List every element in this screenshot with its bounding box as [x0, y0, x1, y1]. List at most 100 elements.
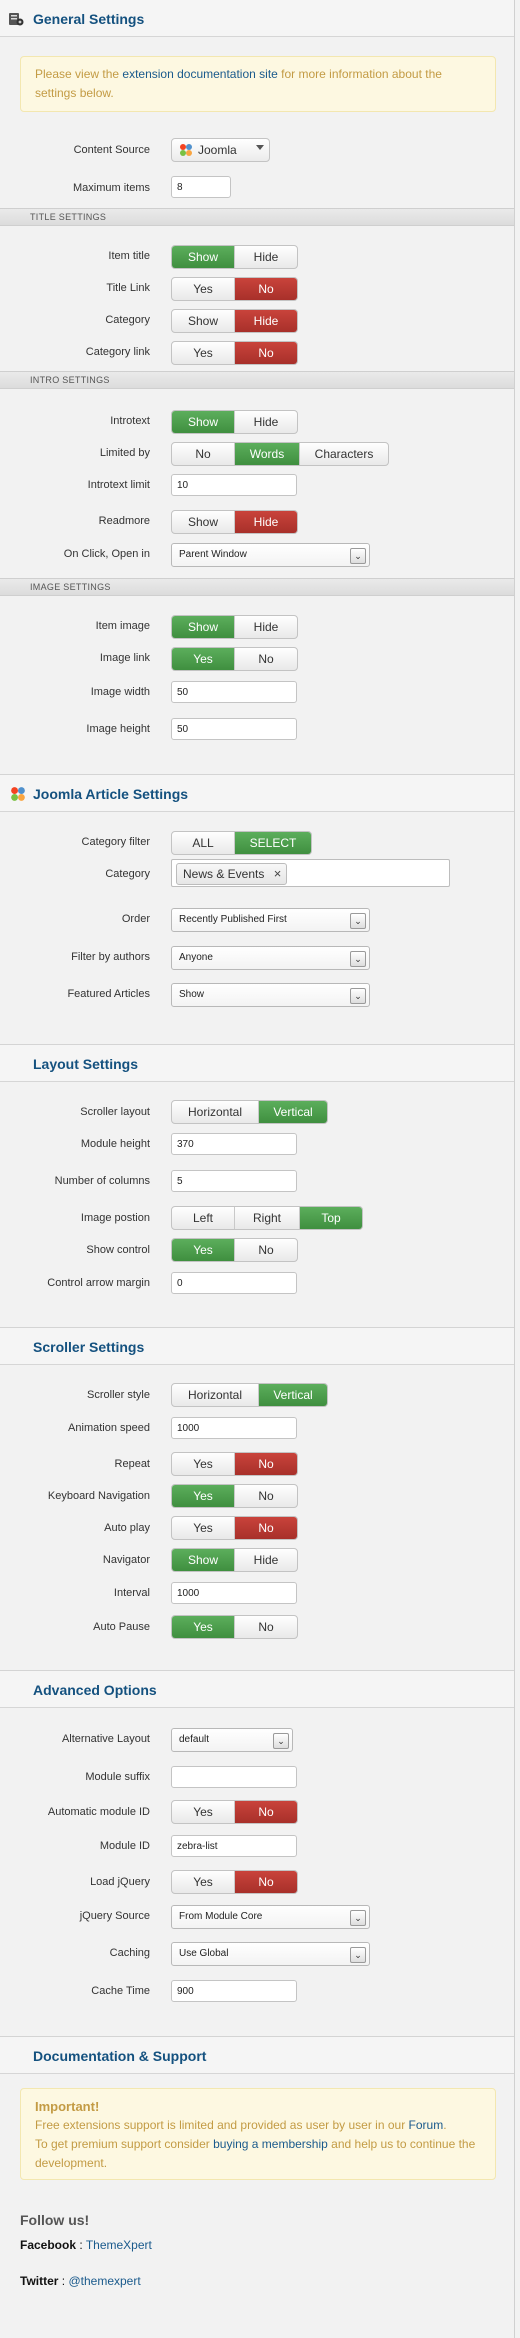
category-tag-label: News & Events [183, 867, 265, 881]
scroller-style-vertical-button[interactable]: Vertical [258, 1384, 327, 1406]
category-toggle[interactable]: Show Hide [171, 309, 298, 333]
automatic-module-id-toggle[interactable]: Yes No [171, 1800, 298, 1824]
image-link-yes-button[interactable]: Yes [172, 648, 234, 670]
featured-articles-select[interactable]: Show ⌄ [171, 983, 370, 1007]
navigator-hide-button[interactable]: Hide [234, 1549, 297, 1571]
scroller-style-horizontal-button[interactable]: Horizontal [172, 1384, 258, 1406]
readmore-toggle[interactable]: Show Hide [171, 510, 298, 534]
layout-settings-header[interactable]: Layout Settings [0, 1044, 514, 1082]
item-title-hide-button[interactable]: Hide [234, 246, 297, 268]
introtext-limit-input[interactable]: 10 [171, 474, 297, 496]
item-title-toggle[interactable]: Show Hide [171, 245, 298, 269]
image-position-top-button[interactable]: Top [299, 1207, 362, 1229]
automatic-module-id-no-button[interactable]: No [234, 1801, 297, 1823]
load-jquery-toggle[interactable]: Yes No [171, 1870, 298, 1894]
category-filter-toggle[interactable]: ALL SELECT [171, 831, 312, 855]
item-title-show-button[interactable]: Show [172, 246, 234, 268]
repeat-toggle[interactable]: Yes No [171, 1452, 298, 1476]
category-hide-button[interactable]: Hide [234, 310, 297, 332]
module-height-input[interactable]: 370 [171, 1133, 297, 1155]
interval-input[interactable]: 1000 [171, 1582, 297, 1604]
content-source-dropdown[interactable]: Joomla [171, 138, 270, 162]
show-control-yes-button[interactable]: Yes [172, 1239, 234, 1261]
image-link-toggle[interactable]: Yes No [171, 647, 298, 671]
order-select[interactable]: Recently Published First ⌄ [171, 908, 370, 932]
auto-pause-no-button[interactable]: No [234, 1616, 297, 1638]
buying-membership-link[interactable]: buying a membership [213, 2137, 328, 2151]
category-multiselect[interactable]: News & Events × [171, 859, 450, 887]
show-control-no-button[interactable]: No [234, 1239, 297, 1261]
forum-link[interactable]: Forum [409, 2118, 444, 2132]
auto-pause-toggle[interactable]: Yes No [171, 1615, 298, 1639]
navigator-show-button[interactable]: Show [172, 1549, 234, 1571]
load-jquery-yes-button[interactable]: Yes [172, 1871, 234, 1893]
limited-by-no-button[interactable]: No [172, 443, 234, 465]
facebook-link[interactable]: ThemeXpert [86, 2238, 152, 2252]
image-width-input[interactable]: 50 [171, 681, 297, 703]
extension-docs-link[interactable]: extension documentation site [122, 67, 277, 81]
automatic-module-id-label: Automatic module ID [47, 1806, 150, 1818]
module-id-input[interactable]: zebra-list [171, 1835, 297, 1857]
auto-play-yes-button[interactable]: Yes [172, 1517, 234, 1539]
animation-speed-input[interactable]: 1000 [171, 1417, 297, 1439]
keyboard-navigation-toggle[interactable]: Yes No [171, 1484, 298, 1508]
jquery-source-select[interactable]: From Module Core ⌄ [171, 1905, 370, 1929]
image-link-no-button[interactable]: No [234, 648, 297, 670]
keyboard-navigation-no-button[interactable]: No [234, 1485, 297, 1507]
image-position-left-button[interactable]: Left [172, 1207, 234, 1229]
limited-by-characters-button[interactable]: Characters [299, 443, 388, 465]
module-suffix-input[interactable] [171, 1766, 297, 1788]
title-link-toggle[interactable]: Yes No [171, 277, 298, 301]
scroller-layout-toggle[interactable]: Horizontal Vertical [171, 1100, 328, 1124]
navigator-toggle[interactable]: Show Hide [171, 1548, 298, 1572]
limited-by-toggle[interactable]: No Words Characters [171, 442, 389, 466]
max-items-input[interactable]: 8 [171, 176, 231, 198]
category-link-yes-button[interactable]: Yes [172, 342, 234, 364]
introtext-toggle[interactable]: Show Hide [171, 410, 298, 434]
item-image-hide-button[interactable]: Hide [234, 616, 297, 638]
keyboard-navigation-yes-button[interactable]: Yes [172, 1485, 234, 1507]
repeat-no-button[interactable]: No [234, 1453, 297, 1475]
scroller-layout-vertical-button[interactable]: Vertical [258, 1101, 327, 1123]
introtext-show-button[interactable]: Show [172, 411, 234, 433]
limited-by-words-button[interactable]: Words [234, 443, 299, 465]
alternative-layout-select[interactable]: default ⌄ [171, 1728, 293, 1752]
item-image-toggle[interactable]: Show Hide [171, 615, 298, 639]
caching-select[interactable]: Use Global ⌄ [171, 1942, 370, 1966]
onclick-open-select[interactable]: Parent Window ⌄ [171, 543, 370, 567]
cache-time-input[interactable]: 900 [171, 1980, 297, 2002]
image-position-right-button[interactable]: Right [234, 1207, 299, 1229]
repeat-yes-button[interactable]: Yes [172, 1453, 234, 1475]
control-arrow-margin-input[interactable]: 0 [171, 1272, 297, 1294]
category-link-no-button[interactable]: No [234, 342, 297, 364]
title-link-yes-button[interactable]: Yes [172, 278, 234, 300]
category-filter-all-button[interactable]: ALL [172, 832, 234, 854]
readmore-show-button[interactable]: Show [172, 511, 234, 533]
title-link-no-button[interactable]: No [234, 278, 297, 300]
image-height-input[interactable]: 50 [171, 718, 297, 740]
item-image-show-button[interactable]: Show [172, 616, 234, 638]
load-jquery-no-button[interactable]: No [234, 1871, 297, 1893]
automatic-module-id-yes-button[interactable]: Yes [172, 1801, 234, 1823]
category-show-button[interactable]: Show [172, 310, 234, 332]
scroller-style-toggle[interactable]: Horizontal Vertical [171, 1383, 328, 1407]
scroller-settings-header[interactable]: Scroller Settings [0, 1327, 514, 1365]
readmore-hide-button[interactable]: Hide [234, 511, 297, 533]
category-link-toggle[interactable]: Yes No [171, 341, 298, 365]
category-filter-select-button[interactable]: SELECT [234, 832, 311, 854]
image-position-toggle[interactable]: Left Right Top [171, 1206, 363, 1230]
advanced-options-header[interactable]: Advanced Options [0, 1670, 514, 1708]
general-settings-header[interactable]: General Settings [0, 0, 514, 37]
show-control-toggle[interactable]: Yes No [171, 1238, 298, 1262]
introtext-hide-button[interactable]: Hide [234, 411, 297, 433]
auto-play-toggle[interactable]: Yes No [171, 1516, 298, 1540]
docs-support-header[interactable]: Documentation & Support [0, 2036, 514, 2074]
auto-play-no-button[interactable]: No [234, 1517, 297, 1539]
close-icon[interactable]: × [274, 864, 282, 884]
twitter-link[interactable]: @themexpert [68, 2274, 140, 2288]
auto-pause-yes-button[interactable]: Yes [172, 1616, 234, 1638]
scroller-layout-horizontal-button[interactable]: Horizontal [172, 1101, 258, 1123]
joomla-settings-header[interactable]: Joomla Article Settings [0, 774, 514, 812]
filter-authors-select[interactable]: Anyone ⌄ [171, 946, 370, 970]
number-of-columns-input[interactable]: 5 [171, 1170, 297, 1192]
